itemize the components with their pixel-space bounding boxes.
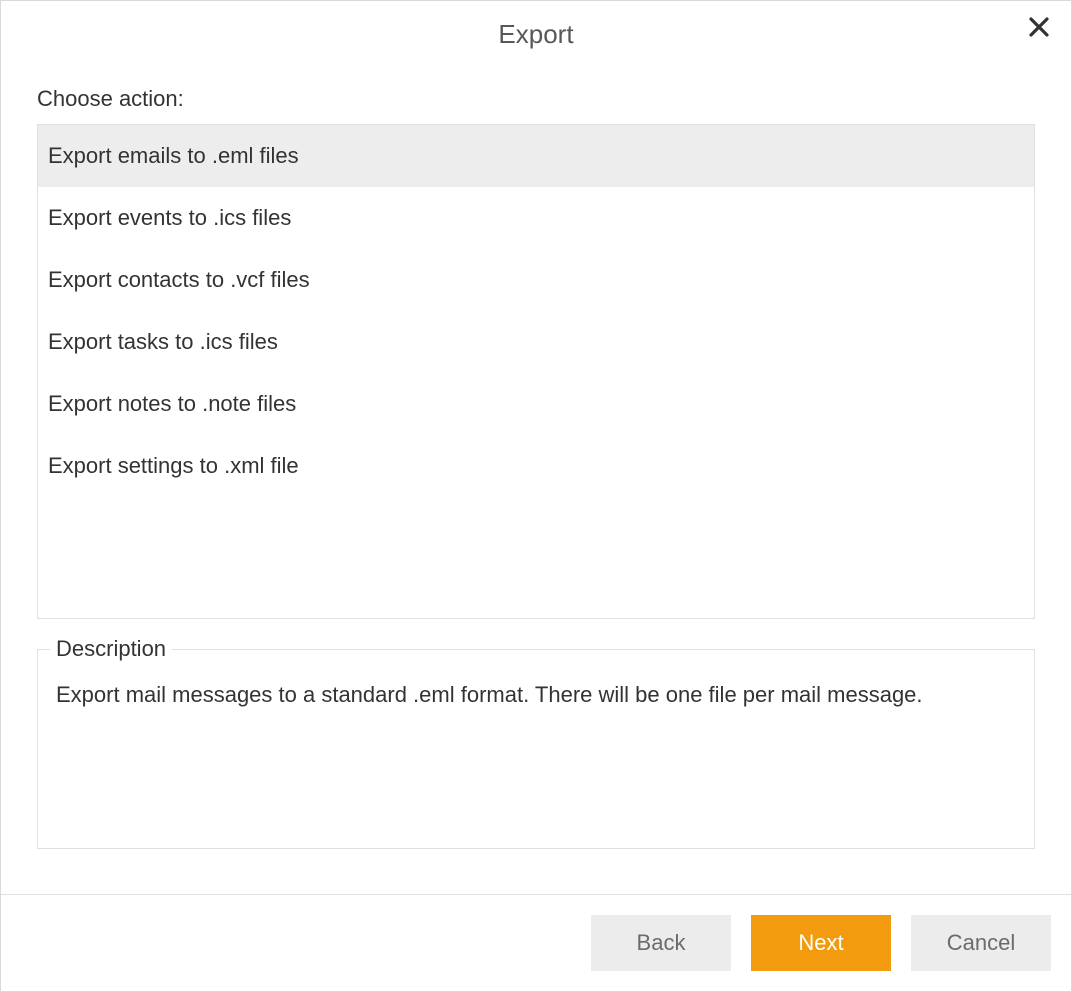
action-export-settings[interactable]: Export settings to .xml file	[38, 435, 1034, 497]
dialog-footer: Back Next Cancel	[1, 894, 1071, 991]
dialog-header: Export	[1, 1, 1071, 68]
action-export-events[interactable]: Export events to .ics files	[38, 187, 1034, 249]
action-export-tasks[interactable]: Export tasks to .ics files	[38, 311, 1034, 373]
next-button[interactable]: Next	[751, 915, 891, 971]
cancel-button[interactable]: Cancel	[911, 915, 1051, 971]
description-box: Description Export mail messages to a st…	[37, 649, 1035, 849]
close-icon[interactable]	[1027, 15, 1051, 44]
description-text: Export mail messages to a standard .eml …	[56, 680, 1016, 711]
dialog-title: Export	[1, 19, 1071, 50]
action-export-contacts[interactable]: Export contacts to .vcf files	[38, 249, 1034, 311]
action-export-notes[interactable]: Export notes to .note files	[38, 373, 1034, 435]
export-dialog: Export Choose action: Export emails to .…	[0, 0, 1072, 992]
action-export-emails[interactable]: Export emails to .eml files	[38, 125, 1034, 187]
back-button[interactable]: Back	[591, 915, 731, 971]
dialog-body: Choose action: Export emails to .eml fil…	[1, 68, 1071, 894]
description-legend: Description	[50, 636, 172, 662]
choose-action-label: Choose action:	[37, 86, 1035, 112]
action-list: Export emails to .eml files Export event…	[37, 124, 1035, 619]
